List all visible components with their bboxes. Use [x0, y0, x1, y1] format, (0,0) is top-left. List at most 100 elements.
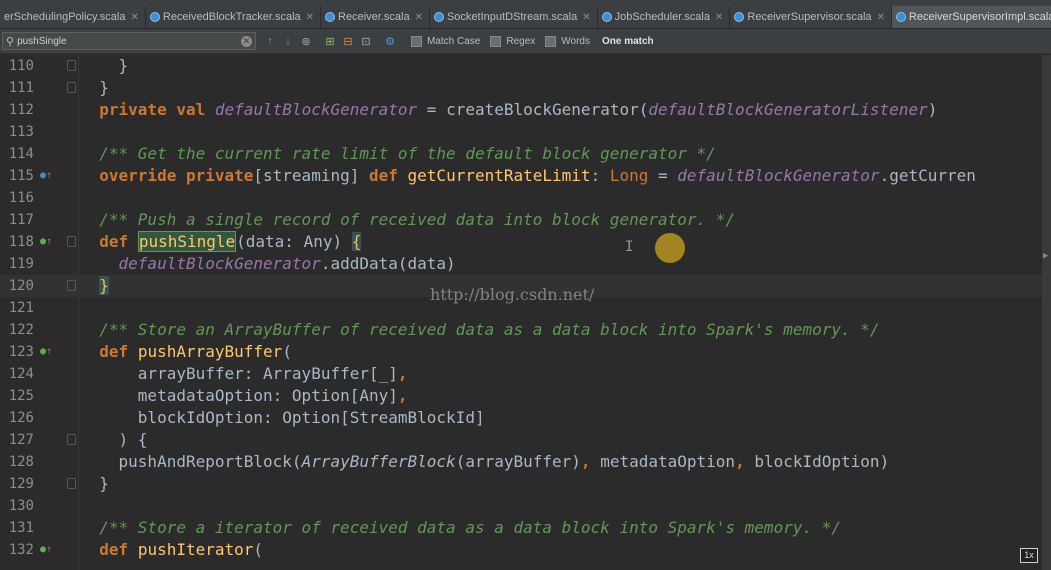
match-case-checkbox[interactable]: Match Case — [411, 35, 481, 47]
line-number: 110 — [8, 58, 34, 74]
clear-icon[interactable]: ✕ — [241, 35, 252, 47]
vertical-scrollbar[interactable]: ▶ — [1042, 55, 1051, 570]
line-number: 128 — [8, 454, 34, 470]
tab-receiversupervisorimpl[interactable]: ReceiverSupervisorImpl.scala✕ — [891, 6, 1051, 28]
close-icon[interactable]: ✕ — [415, 12, 423, 23]
close-icon[interactable]: ✕ — [306, 12, 314, 23]
fold-marker[interactable] — [67, 82, 76, 93]
tab-receivedblocktracker[interactable]: ReceivedBlockTracker.scala ✕ — [146, 6, 322, 28]
checkbox-label: Match Case — [427, 35, 481, 47]
checkbox-box[interactable] — [545, 35, 557, 47]
code-line[interactable]: 118 ●↑ def pushSingle(data: Any) { — [0, 231, 1042, 253]
editor-tab-bar: erSchedulingPolicy.scala ✕ ReceivedBlockT… — [0, 6, 1051, 29]
regex-checkbox[interactable]: Regex — [490, 35, 535, 47]
code-line[interactable]: 119 defaultBlockGenerator.addData(data) — [0, 253, 1042, 275]
code-line[interactable]: 116 — [0, 187, 1042, 209]
find-all-icon[interactable]: ⊛ — [297, 32, 315, 50]
code-line[interactable]: 125 metadataOption: Option[Any], — [0, 385, 1042, 407]
line-number: 114 — [8, 146, 34, 162]
checkbox-box[interactable] — [490, 35, 502, 47]
code-line[interactable]: 131 /** Store a iterator of received dat… — [0, 517, 1042, 539]
code-line[interactable]: 130 — [0, 495, 1042, 517]
close-icon[interactable]: ✕ — [877, 12, 885, 23]
scala-class-icon — [433, 12, 444, 22]
overrides-method-icon[interactable]: ●↑ — [40, 165, 52, 187]
code-text: pushAndReportBlock(ArrayBufferBlock(arra… — [80, 452, 890, 471]
tab-label: SocketInputDStream.scala — [446, 11, 578, 23]
code-line[interactable]: 113 — [0, 121, 1042, 143]
code-line[interactable]: 110 } — [0, 55, 1042, 77]
code-text: } — [80, 78, 109, 97]
implements-method-icon[interactable]: ●↑ — [40, 539, 52, 561]
code-editor[interactable]: 110 } 111 } 112 private val defaultBlock… — [0, 55, 1042, 570]
text-cursor-icon: I — [625, 239, 634, 255]
code-text: arrayBuffer: ArrayBuffer[_], — [80, 364, 408, 383]
implements-method-icon[interactable]: ●↑ — [40, 341, 52, 363]
code-text: def pushArrayBuffer( — [99, 342, 292, 361]
code-line[interactable]: 111 } — [0, 77, 1042, 99]
code-text: ) { — [80, 430, 148, 449]
code-line[interactable]: 115 ●↑ override private[streaming] def g… — [0, 165, 1042, 187]
remove-occurrence-icon[interactable]: ⊟ — [339, 32, 357, 50]
code-line[interactable]: 124 arrayBuffer: ArrayBuffer[_], — [0, 363, 1042, 385]
line-number: 126 — [8, 410, 34, 426]
checkbox-box[interactable] — [411, 35, 422, 47]
code-line[interactable]: 122 /** Store an ArrayBuffer of received… — [0, 319, 1042, 341]
close-icon[interactable]: ✕ — [130, 12, 138, 23]
code-text: def pushSingle(data: Any) { — [99, 231, 362, 252]
mouse-highlight — [655, 233, 685, 263]
line-number: 111 — [8, 80, 34, 96]
code-text: def pushIterator( — [99, 540, 264, 559]
code-line[interactable]: 112 private val defaultBlockGenerator = … — [0, 99, 1042, 121]
code-text: blockIdOption: Option[StreamBlockId] — [80, 408, 485, 427]
scroll-right-icon[interactable]: ▶ — [1043, 251, 1048, 261]
implements-method-icon[interactable]: ●↑ — [40, 231, 52, 253]
tab-label: erSchedulingPolicy.scala — [4, 11, 126, 23]
add-occurrence-icon[interactable]: ⊞ — [321, 32, 339, 50]
tab-schedulingpolicy[interactable]: erSchedulingPolicy.scala ✕ — [0, 6, 146, 28]
code-line[interactable]: 128 pushAndReportBlock(ArrayBufferBlock(… — [0, 451, 1042, 473]
line-number: 115 — [8, 168, 34, 184]
select-all-occurrences-icon[interactable]: ⊡ — [357, 32, 375, 50]
code-line[interactable]: 132 ●↑ def pushIterator( — [0, 539, 1042, 561]
tab-jobscheduler[interactable]: JobScheduler.scala ✕ — [598, 6, 731, 28]
tab-label: ReceivedBlockTracker.scala — [162, 11, 301, 23]
code-line[interactable]: 123 ●↑ def pushArrayBuffer( — [0, 341, 1042, 363]
search-icon[interactable]: ⚲ — [6, 35, 14, 48]
scala-class-icon — [734, 12, 745, 22]
code-text: /** Get the current rate limit of the de… — [99, 144, 716, 163]
code-line[interactable]: 114 /** Get the current rate limit of th… — [0, 143, 1042, 165]
close-icon[interactable]: ✕ — [715, 12, 723, 23]
previous-occurrence-icon[interactable]: ↑ — [261, 32, 279, 50]
code-text: } — [80, 474, 109, 493]
close-icon[interactable]: ✕ — [582, 12, 590, 23]
search-query[interactable]: pushSingle — [17, 36, 241, 47]
tab-receiversupervisor[interactable]: ReceiverSupervisor.scala ✕ — [730, 6, 892, 28]
fold-marker[interactable] — [67, 236, 76, 247]
tab-label: ReceiverSupervisorImpl.scala — [908, 11, 1051, 23]
tab-socketinputdstream[interactable]: SocketInputDStream.scala ✕ — [430, 6, 598, 28]
words-checkbox[interactable]: Words — [545, 35, 590, 47]
tab-receiver[interactable]: Receiver.scala ✕ — [321, 6, 430, 28]
code-text: override private[streaming] def getCurre… — [99, 166, 976, 185]
fold-marker[interactable] — [67, 434, 76, 445]
code-text: /** Push a single record of received dat… — [99, 210, 736, 229]
next-occurrence-icon[interactable]: ↓ — [279, 32, 297, 50]
line-number: 120 — [8, 278, 34, 294]
code-line[interactable]: 117 /** Push a single record of received… — [0, 209, 1042, 231]
code-text: defaultBlockGenerator.addData(data) — [118, 254, 456, 273]
line-number: 117 — [8, 212, 34, 228]
fold-marker[interactable] — [67, 60, 76, 71]
playback-speed-badge[interactable]: 1x — [1020, 548, 1038, 563]
line-number: 119 — [8, 256, 34, 272]
search-input[interactable]: ⚲ pushSingle ✕ — [2, 32, 256, 50]
line-number: 113 — [8, 124, 34, 140]
line-number: 132 — [8, 542, 34, 558]
line-number: 127 — [8, 432, 34, 448]
fold-marker[interactable] — [67, 280, 76, 291]
fold-marker[interactable] — [67, 478, 76, 489]
settings-icon[interactable]: ⚙ — [381, 32, 399, 50]
code-line[interactable]: 126 blockIdOption: Option[StreamBlockId] — [0, 407, 1042, 429]
code-line[interactable]: 127 ) { — [0, 429, 1042, 451]
code-line[interactable]: 129 } — [0, 473, 1042, 495]
